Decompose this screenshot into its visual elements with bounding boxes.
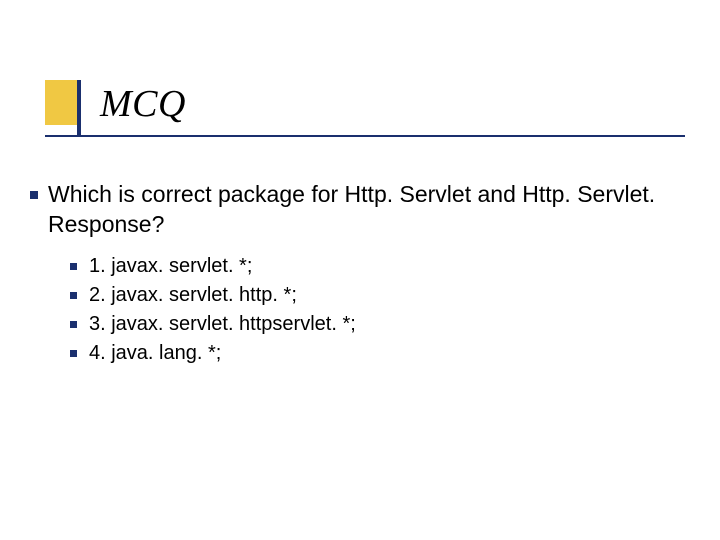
bullet-icon bbox=[30, 191, 38, 199]
option-text: 4. java. lang. *; bbox=[89, 342, 221, 365]
options-list: 1. javax. servlet. *; 2. javax. servlet.… bbox=[70, 255, 356, 371]
title-horizontal-rule bbox=[45, 135, 685, 137]
question-text: Which is correct package for Http. Servl… bbox=[48, 180, 680, 240]
list-item: 4. java. lang. *; bbox=[70, 342, 356, 365]
option-text: 3. javax. servlet. httpservlet. *; bbox=[89, 313, 356, 336]
list-item: 1. javax. servlet. *; bbox=[70, 255, 356, 278]
list-item: 2. javax. servlet. http. *; bbox=[70, 284, 356, 307]
title-accent-box bbox=[45, 80, 80, 125]
slide-title: MCQ bbox=[100, 82, 186, 126]
option-text: 1. javax. servlet. *; bbox=[89, 255, 252, 278]
bullet-icon bbox=[70, 263, 77, 270]
bullet-icon bbox=[70, 292, 77, 299]
option-text: 2. javax. servlet. http. *; bbox=[89, 284, 297, 307]
question-block: Which is correct package for Http. Servl… bbox=[30, 180, 680, 240]
title-vertical-rule bbox=[77, 80, 81, 137]
list-item: 3. javax. servlet. httpservlet. *; bbox=[70, 313, 356, 336]
bullet-icon bbox=[70, 321, 77, 328]
bullet-icon bbox=[70, 350, 77, 357]
